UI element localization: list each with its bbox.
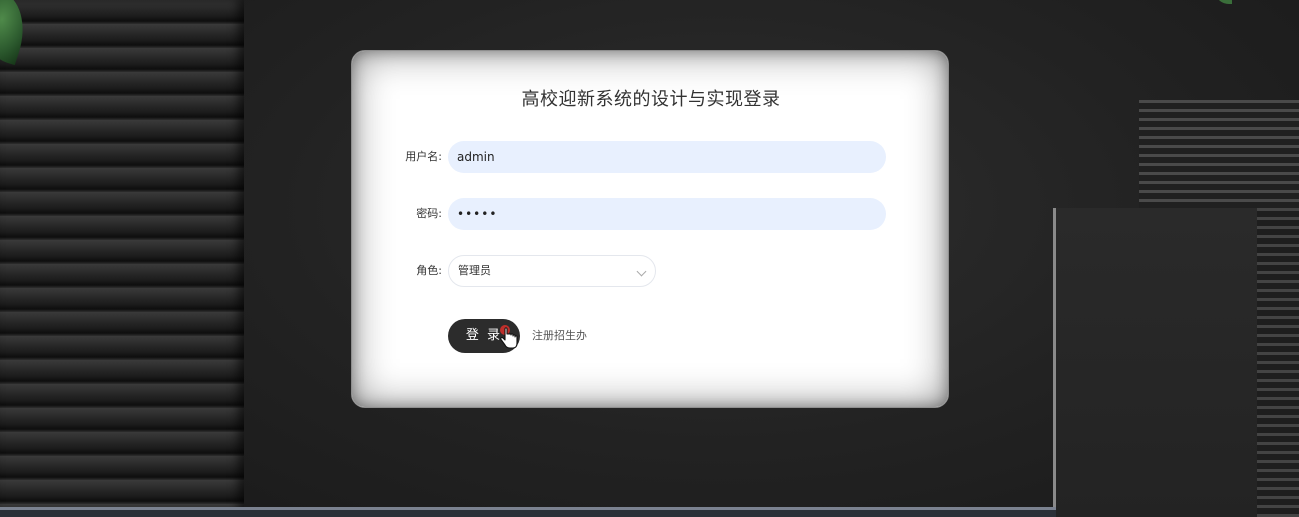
background-shelf <box>1139 100 1299 208</box>
background-shutter <box>0 0 244 517</box>
chevron-down-icon <box>636 266 647 277</box>
hand-pointer-icon <box>500 325 518 349</box>
password-label: 密码: <box>416 207 442 220</box>
login-title: 高校迎新系统的设计与实现登录 <box>521 89 781 110</box>
username-input[interactable]: admin <box>448 141 886 173</box>
background-panel <box>1056 208 1257 517</box>
role-label: 角色: <box>416 264 442 277</box>
register-link[interactable]: 注册招生办 <box>532 319 587 353</box>
password-input[interactable]: ••••• <box>448 198 886 230</box>
role-select[interactable]: 管理员 <box>448 255 656 287</box>
floor <box>0 510 1056 517</box>
background-panel-edge <box>1053 208 1056 517</box>
background-shelf <box>1257 208 1299 517</box>
username-label: 用户名: <box>405 150 442 163</box>
login-card: 高校迎新系统的设计与实现登录 用户名: admin 密码: ••••• 角色: … <box>351 50 949 408</box>
role-select-value: 管理员 <box>458 264 491 277</box>
